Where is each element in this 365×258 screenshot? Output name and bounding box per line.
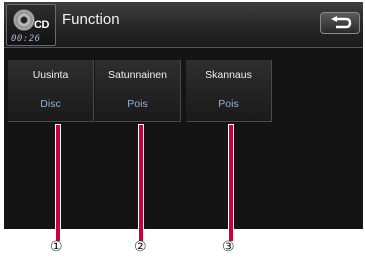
repeat-label: Uusinta [32, 69, 69, 81]
back-button[interactable] [320, 12, 360, 34]
callout-number-2: ② [134, 239, 147, 255]
callout-line-3 [228, 124, 234, 242]
repeat-button[interactable]: Uusinta Disc [8, 60, 94, 122]
cd-disc-icon [13, 9, 35, 31]
callout-number-3: ③ [222, 239, 235, 255]
random-label: Satunnainen [108, 69, 167, 81]
repeat-value: Disc [40, 98, 61, 110]
return-arrow-icon [331, 16, 352, 29]
scan-value: Pois [218, 98, 239, 110]
callout-line-2 [138, 124, 144, 242]
page-title: Function [62, 11, 120, 28]
scan-label: Skannaus [205, 69, 252, 81]
source-indicator: CD 00:26 [6, 4, 56, 46]
random-button[interactable]: Satunnainen Pois [95, 60, 181, 122]
scan-button[interactable]: Skannaus Pois [186, 60, 272, 122]
callout-number-1: ① [50, 239, 63, 255]
random-value: Pois [127, 98, 148, 110]
playback-time: 00:26 [11, 34, 41, 44]
source-label: CD [34, 19, 49, 31]
callout-line-1 [55, 124, 61, 242]
header-bar: CD 00:26 Function [4, 2, 363, 48]
